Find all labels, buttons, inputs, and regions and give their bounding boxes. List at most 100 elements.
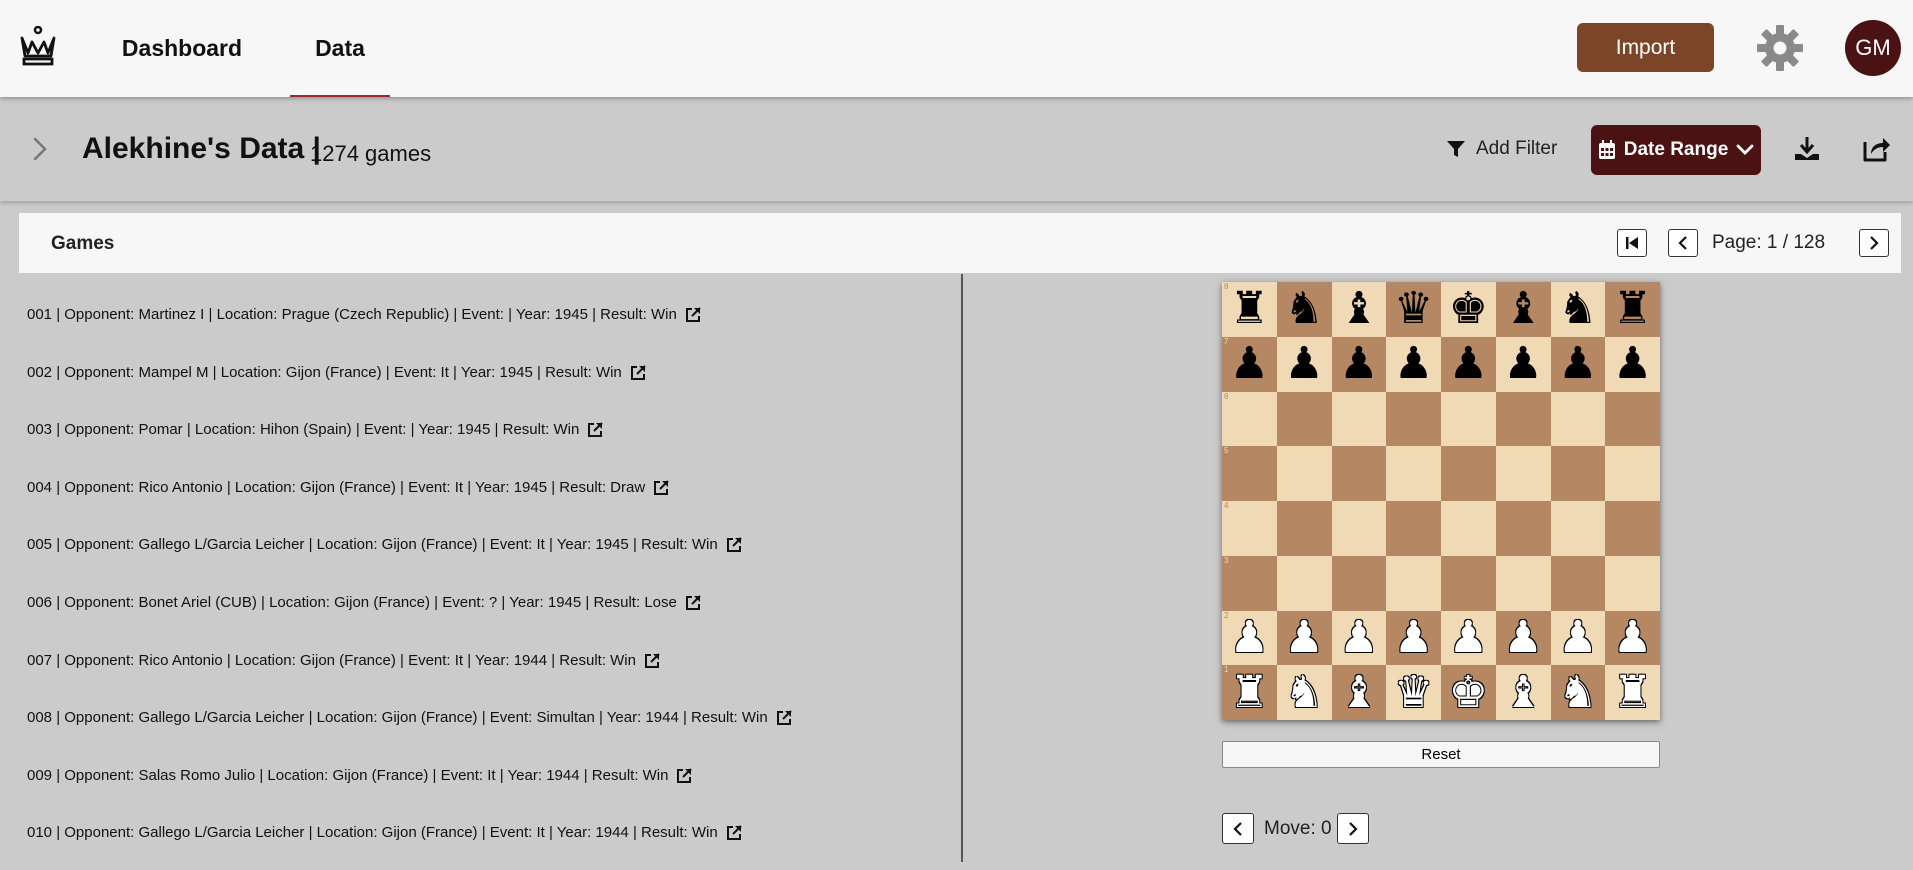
- board-square[interactable]: [1276, 555, 1332, 611]
- board-square[interactable]: [1386, 391, 1441, 447]
- avatar[interactable]: GM: [1845, 20, 1901, 76]
- board-square[interactable]: ♟: [1386, 336, 1441, 392]
- board-square[interactable]: [1276, 446, 1332, 501]
- black-pawn-icon[interactable]: ♟: [1503, 342, 1542, 386]
- share-icon[interactable]: [1861, 134, 1891, 164]
- board-square[interactable]: ♜: [1605, 665, 1660, 720]
- board-square[interactable]: [1550, 555, 1606, 611]
- white-pawn-icon[interactable]: ♟: [1613, 615, 1652, 660]
- board-square[interactable]: [1550, 391, 1606, 447]
- black-pawn-icon[interactable]: ♟: [1449, 342, 1488, 386]
- white-knight-icon[interactable]: ♞: [1558, 670, 1597, 715]
- prev-page-button[interactable]: [1668, 229, 1698, 257]
- external-link-icon[interactable]: [685, 306, 701, 323]
- board-square[interactable]: 8 ♜: [1222, 282, 1277, 337]
- external-link-icon[interactable]: [653, 479, 669, 496]
- board-square[interactable]: ♞: [1276, 665, 1332, 720]
- white-pawn-icon[interactable]: ♟: [1558, 615, 1597, 660]
- board-square[interactable]: ♟: [1550, 610, 1606, 666]
- black-pawn-icon[interactable]: ♟: [1613, 342, 1652, 386]
- chevron-right-icon[interactable]: [28, 134, 52, 164]
- black-pawn-icon[interactable]: ♟: [1394, 342, 1433, 386]
- white-pawn-icon[interactable]: ♟: [1394, 615, 1433, 660]
- list-item[interactable]: 010 | Opponent: Gallego L/Garcia Leicher…: [27, 824, 742, 841]
- external-link-icon[interactable]: [587, 421, 604, 438]
- board-square[interactable]: 5: [1222, 446, 1277, 501]
- board-square[interactable]: ♞: [1550, 665, 1606, 720]
- board-square[interactable]: [1331, 555, 1387, 611]
- list-item[interactable]: 004 | Opponent: Rico Antonio | Location:…: [27, 479, 669, 496]
- external-link-icon[interactable]: [685, 594, 701, 611]
- reset-button[interactable]: Reset: [1222, 741, 1660, 768]
- black-pawn-icon[interactable]: ♟: [1339, 342, 1378, 386]
- board-square[interactable]: 3: [1222, 555, 1277, 611]
- tab-dashboard[interactable]: Dashboard: [108, 0, 256, 97]
- queen-crown-icon[interactable]: [18, 26, 58, 68]
- board-square[interactable]: [1605, 446, 1660, 501]
- black-bishop-icon[interactable]: ♝: [1503, 287, 1542, 331]
- external-link-icon[interactable]: [676, 767, 693, 784]
- tab-data[interactable]: Data: [290, 0, 390, 97]
- board-square[interactable]: ♟: [1276, 336, 1332, 392]
- board-square[interactable]: [1550, 501, 1606, 556]
- board-square[interactable]: ♜: [1605, 282, 1660, 337]
- list-item[interactable]: 002 | Opponent: Mampel M | Location: Gij…: [27, 364, 646, 381]
- external-link-icon[interactable]: [726, 824, 742, 841]
- board-square[interactable]: [1605, 555, 1660, 611]
- white-king-icon[interactable]: ♚: [1449, 670, 1488, 715]
- black-pawn-icon[interactable]: ♟: [1558, 342, 1597, 386]
- board-square[interactable]: ♟: [1331, 610, 1387, 666]
- date-range-button[interactable]: Date Range: [1591, 125, 1761, 175]
- board-square[interactable]: [1386, 501, 1441, 556]
- list-item[interactable]: 001 | Opponent: Martinez I | Location: P…: [27, 306, 701, 323]
- board-square[interactable]: [1605, 391, 1660, 447]
- list-item[interactable]: 007 | Opponent: Rico Antonio | Location:…: [27, 652, 660, 669]
- black-knight-icon[interactable]: ♞: [1284, 287, 1323, 331]
- board-square[interactable]: [1331, 501, 1387, 556]
- board-square[interactable]: ♛: [1386, 665, 1441, 720]
- board-square[interactable]: ♟: [1495, 610, 1551, 666]
- black-knight-icon[interactable]: ♞: [1558, 287, 1597, 331]
- board-square[interactable]: [1441, 555, 1496, 611]
- white-pawn-icon[interactable]: ♟: [1339, 615, 1378, 660]
- board-square[interactable]: ♝: [1495, 665, 1551, 720]
- list-item[interactable]: 003 | Opponent: Pomar | Location: Hihon …: [27, 421, 604, 438]
- white-rook-icon[interactable]: ♜: [1230, 670, 1269, 715]
- first-page-button[interactable]: [1617, 229, 1647, 257]
- board-square[interactable]: [1605, 501, 1660, 556]
- board-square[interactable]: ♝: [1331, 665, 1387, 720]
- white-knight-icon[interactable]: ♞: [1284, 670, 1323, 715]
- black-rook-icon[interactable]: ♜: [1230, 287, 1269, 331]
- board-square[interactable]: 7 ♟: [1222, 336, 1277, 392]
- board-square[interactable]: 6: [1222, 391, 1277, 447]
- board-square[interactable]: ♛: [1386, 282, 1441, 337]
- prev-move-button[interactable]: [1222, 813, 1254, 844]
- board-square[interactable]: ♞: [1550, 282, 1606, 337]
- board-square[interactable]: [1495, 446, 1551, 501]
- white-pawn-icon[interactable]: ♟: [1449, 615, 1488, 660]
- board-square[interactable]: ♝: [1331, 282, 1387, 337]
- board-square[interactable]: [1495, 555, 1551, 611]
- board-square[interactable]: ♟: [1550, 336, 1606, 392]
- external-link-icon[interactable]: [776, 709, 792, 726]
- white-queen-icon[interactable]: ♛: [1394, 670, 1433, 715]
- add-filter-button[interactable]: Add Filter: [1446, 134, 1557, 164]
- board-square[interactable]: [1441, 391, 1496, 447]
- board-square[interactable]: ♝: [1495, 282, 1551, 337]
- black-king-icon[interactable]: ♚: [1449, 287, 1488, 331]
- external-link-icon[interactable]: [726, 536, 742, 553]
- board-square[interactable]: 2 ♟: [1222, 610, 1277, 666]
- board-square[interactable]: ♟: [1441, 610, 1496, 666]
- board-square[interactable]: ♟: [1495, 336, 1551, 392]
- import-button[interactable]: Import: [1577, 23, 1714, 72]
- black-bishop-icon[interactable]: ♝: [1339, 287, 1378, 331]
- black-queen-icon[interactable]: ♛: [1394, 287, 1433, 331]
- board-square[interactable]: [1441, 446, 1496, 501]
- chess-board[interactable]: 8 ♜ ♞ ♝ ♛ ♚ ♝ ♞ ♜ 7 ♟ ♟ ♟ ♟ ♟ ♟ ♟ ♟ 6 5 4 3 2 ♟ ♟ ♟ ♟ ♟ ♟ ♟ ♟ 1 ♜ ♞ ♝ ♛ ♚ ♝ ♞ ♜: [1222, 282, 1660, 720]
- next-page-button[interactable]: [1859, 229, 1889, 257]
- list-item[interactable]: 008 | Opponent: Gallego L/Garcia Leicher…: [27, 709, 792, 726]
- board-square[interactable]: [1441, 501, 1496, 556]
- board-square[interactable]: ♟: [1331, 336, 1387, 392]
- white-bishop-icon[interactable]: ♝: [1339, 670, 1378, 715]
- board-square[interactable]: ♟: [1605, 336, 1660, 392]
